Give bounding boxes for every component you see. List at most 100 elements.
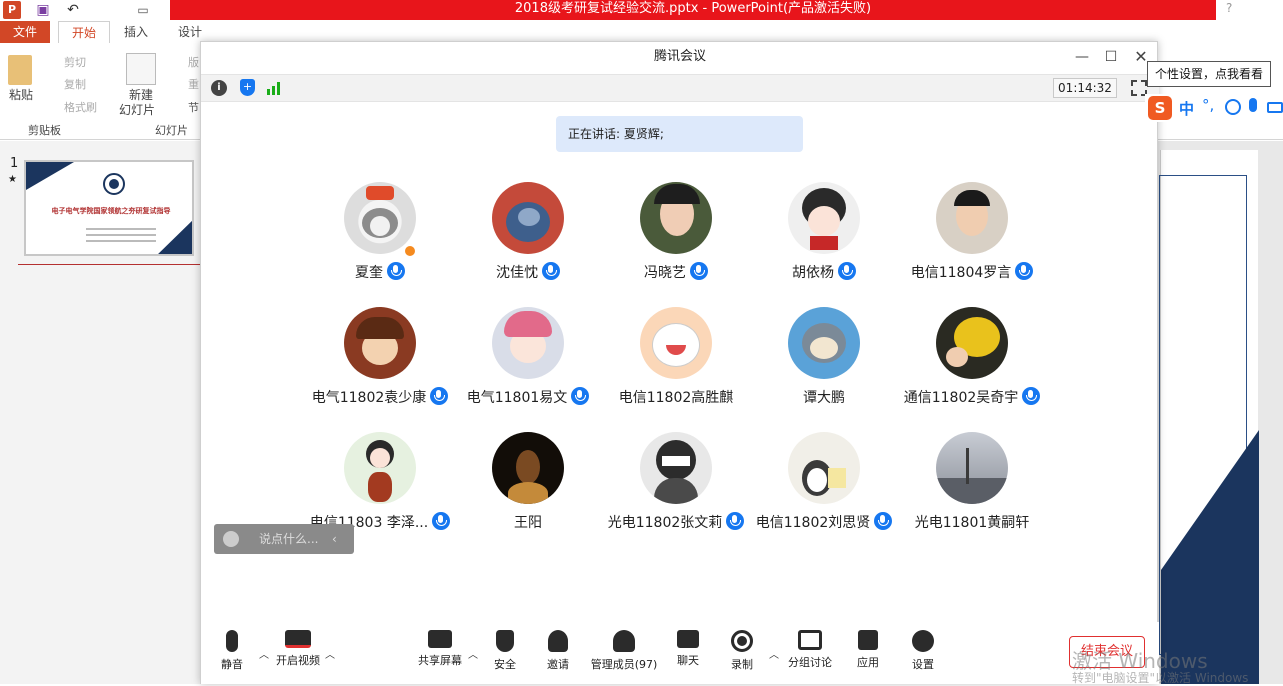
ime-language-toggle[interactable]: 中	[1179, 98, 1194, 119]
copy-button[interactable]: 复制	[64, 76, 86, 92]
add-user-icon	[548, 630, 568, 652]
members-icon	[613, 630, 635, 652]
new-slide-button-label2[interactable]: 幻灯片	[119, 101, 155, 118]
avatar	[492, 307, 564, 379]
meeting-info-bar: i + 01:14:32	[201, 74, 1159, 102]
avatar	[344, 182, 416, 254]
keyboard-icon[interactable]	[1267, 102, 1283, 113]
new-slide-icon[interactable]	[126, 53, 156, 85]
avatar	[640, 307, 712, 379]
settings-button[interactable]: 设置	[908, 630, 938, 672]
chevron-up-icon[interactable]: ︿	[769, 646, 779, 661]
present-icon[interactable]: ▭	[134, 1, 152, 19]
start-video-button[interactable]: 开启视频	[273, 630, 323, 668]
invite-button[interactable]: 邀请	[543, 630, 573, 672]
breakout-icon	[798, 630, 822, 650]
section-button[interactable]: 节	[188, 99, 199, 115]
paste-button[interactable]: 粘贴	[9, 86, 33, 103]
tab-file[interactable]: 文件	[0, 21, 50, 43]
maximize-icon[interactable]: ☐	[1100, 47, 1122, 67]
host-badge-icon	[403, 244, 417, 258]
sogou-logo-icon[interactable]: S	[1148, 96, 1172, 120]
collapse-icon[interactable]: ‹	[332, 524, 337, 554]
participant-tile[interactable]: 通信11802吴奇宇	[898, 307, 1046, 417]
slides-group-label: 幻灯片	[155, 124, 188, 137]
avatar	[344, 307, 416, 379]
paste-icon[interactable]	[8, 55, 32, 85]
tab-home[interactable]: 开始	[58, 21, 110, 43]
chat-input[interactable]: 说点什么... ‹	[214, 524, 354, 554]
participant-name: 通信11802吴奇宇	[868, 387, 1076, 407]
chevron-up-icon[interactable]: ︿	[325, 646, 335, 661]
slide-number: 1	[10, 156, 19, 171]
layout-button[interactable]: 版	[188, 54, 199, 70]
tab-design[interactable]: 设计	[170, 21, 210, 43]
avatar	[936, 182, 1008, 254]
save-icon[interactable]: ▣	[34, 1, 52, 19]
thumb-title: 电子电气学院国家领航之夯研复试指导	[51, 207, 171, 215]
shield-icon	[496, 630, 514, 652]
undo-icon[interactable]: ↶	[64, 1, 82, 19]
participant-tile[interactable]: 光电11801黄嗣轩	[898, 432, 1046, 542]
chevron-up-icon[interactable]: ︿	[259, 646, 269, 661]
mic-icon	[1015, 262, 1034, 280]
avatar	[640, 182, 712, 254]
slide-corner-art	[1161, 430, 1259, 684]
camera-off-icon	[285, 630, 311, 648]
slide-divider	[18, 264, 200, 265]
record-button[interactable]: 录制	[727, 630, 757, 672]
chevron-up-icon[interactable]: ︿	[468, 646, 478, 661]
avatar	[344, 432, 416, 504]
avatar	[492, 432, 564, 504]
apps-button[interactable]: 应用	[853, 630, 883, 670]
ppt-window-title: 2018级考研复试经验交流.pptx - PowerPoint(产品激活失败)	[170, 0, 1216, 20]
punctuation-icon[interactable]: °,	[1202, 96, 1214, 114]
mic-icon	[690, 262, 708, 280]
meeting-timer: 01:14:32	[1053, 78, 1117, 98]
mute-button[interactable]: 静音	[217, 630, 247, 672]
avatar	[936, 432, 1008, 504]
signal-icon[interactable]	[267, 81, 283, 95]
powerpoint-logo-icon: P	[3, 1, 21, 19]
avatar	[936, 307, 1008, 379]
mic-icon	[1022, 387, 1041, 405]
apps-icon	[858, 630, 878, 650]
format-painter-button[interactable]: 格式刷	[64, 99, 97, 115]
info-icon[interactable]: i	[211, 80, 227, 96]
avatar	[492, 182, 564, 254]
microphone-icon	[226, 630, 238, 652]
shield-icon[interactable]: +	[240, 79, 255, 96]
record-icon	[731, 630, 753, 652]
participant-tile[interactable]: 电信11804罗言	[898, 182, 1046, 292]
share-screen-icon	[428, 630, 452, 648]
cut-button[interactable]: 剪切	[64, 54, 86, 70]
avatar	[788, 307, 860, 379]
chat-icon	[677, 630, 699, 648]
participant-name: 光电11801黄嗣轩	[914, 515, 1030, 531]
help-icon[interactable]: ?	[1226, 1, 1232, 15]
chat-placeholder: 说点什么...	[259, 532, 319, 546]
tab-insert[interactable]: 插入	[116, 21, 156, 43]
activation-watermark-sub: 转到"电脑设置"以激活 Windows	[1072, 671, 1249, 685]
mic-icon	[838, 262, 856, 280]
security-button[interactable]: 安全	[490, 630, 520, 672]
ppt-ribbon-tabs: 文件 开始 插入 设计	[0, 21, 1283, 43]
avatar	[640, 432, 712, 504]
slide-thumbnail[interactable]: 电子电气学院国家领航之夯研复试指导	[24, 160, 194, 256]
breakout-button[interactable]: 分组讨论	[785, 630, 835, 670]
clipboard-group-label: 剪贴板	[28, 124, 61, 137]
speaking-indicator: 正在讲话: 夏贤辉;	[556, 116, 803, 152]
minimize-icon[interactable]: —	[1071, 47, 1093, 67]
mic-icon	[387, 262, 405, 280]
chat-button[interactable]: 聊天	[673, 630, 703, 668]
manage-members-button[interactable]: 管理成员(97)	[589, 630, 659, 672]
voice-icon[interactable]	[1249, 98, 1257, 112]
slide-star-icon: ★	[8, 174, 17, 185]
avatar	[788, 432, 860, 504]
emoji-icon[interactable]	[1225, 99, 1241, 115]
avatar	[788, 182, 860, 254]
slide-canvas[interactable]	[1159, 150, 1259, 684]
reset-button[interactable]: 重	[188, 76, 199, 92]
emoji-icon[interactable]	[223, 531, 239, 547]
share-screen-button[interactable]: 共享屏幕	[415, 630, 465, 668]
